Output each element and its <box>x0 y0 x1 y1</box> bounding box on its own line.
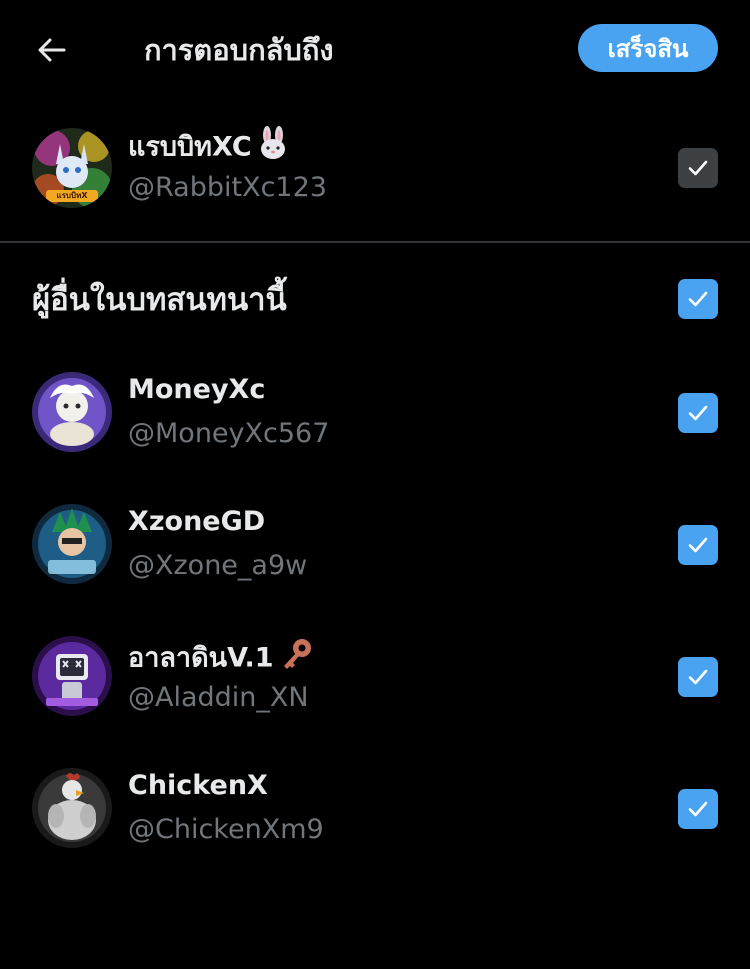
user-name: MoneyXc <box>128 374 266 405</box>
checkmark-icon <box>688 669 708 685</box>
primary-user-row[interactable]: แรบบิทX แรบบิทXC @RabbitXc123 <box>0 118 750 218</box>
checkmark-icon <box>688 160 708 176</box>
rabbit-emoji-icon <box>256 126 290 170</box>
select-all-checkbox[interactable] <box>678 279 718 319</box>
section-title: ผู้อื่นในบทสนทนานี้ <box>32 282 287 318</box>
list-item[interactable]: อาลาดินV.1 @Aladdin_XN <box>0 626 750 726</box>
user-name: XzoneGD <box>128 506 266 537</box>
list-item[interactable]: ChickenX @ChickenXm9 <box>0 758 750 858</box>
divider <box>0 241 750 243</box>
arrow-left-icon <box>38 38 66 62</box>
header-bar: การตอบกลับถึง เสร็จสิน <box>0 0 750 100</box>
user-checkbox[interactable] <box>678 789 718 829</box>
checkmark-icon <box>688 291 708 307</box>
user-handle: @RabbitXc123 <box>128 172 327 203</box>
user-checkbox[interactable] <box>678 525 718 565</box>
checkmark-icon <box>688 405 708 421</box>
list-item[interactable]: XzoneGD @Xzone_a9w <box>0 494 750 594</box>
user-name-text: อาลาดินV.1 <box>128 642 274 674</box>
user-name: แรบบิทXC <box>128 126 290 170</box>
avatar: แรบบิทX <box>32 128 112 208</box>
checkmark-icon <box>688 801 708 817</box>
user-handle: @ChickenXm9 <box>128 814 324 845</box>
avatar-text: แรบบิทX <box>56 191 88 200</box>
user-name-text: แรบบิทXC <box>128 131 252 163</box>
avatar <box>32 504 112 584</box>
page-title: การตอบกลับถึง <box>144 33 334 67</box>
checkmark-icon <box>688 537 708 553</box>
avatar <box>32 636 112 716</box>
user-name: อาลาดินV.1 <box>128 636 314 682</box>
user-handle: @MoneyXc567 <box>128 418 330 449</box>
user-checkbox[interactable] <box>678 393 718 433</box>
user-name: ChickenX <box>128 770 268 801</box>
user-checkbox[interactable] <box>678 657 718 697</box>
avatar <box>32 372 112 452</box>
avatar <box>32 768 112 848</box>
user-handle: @Aladdin_XN <box>128 682 309 713</box>
done-button[interactable]: เสร็จสิน <box>578 24 718 72</box>
primary-user-checkbox[interactable] <box>678 148 718 188</box>
key-emoji-icon <box>278 636 314 682</box>
user-handle: @Xzone_a9w <box>128 550 308 581</box>
list-item[interactable]: MoneyXc @MoneyXc567 <box>0 362 750 462</box>
back-button[interactable] <box>30 28 74 72</box>
